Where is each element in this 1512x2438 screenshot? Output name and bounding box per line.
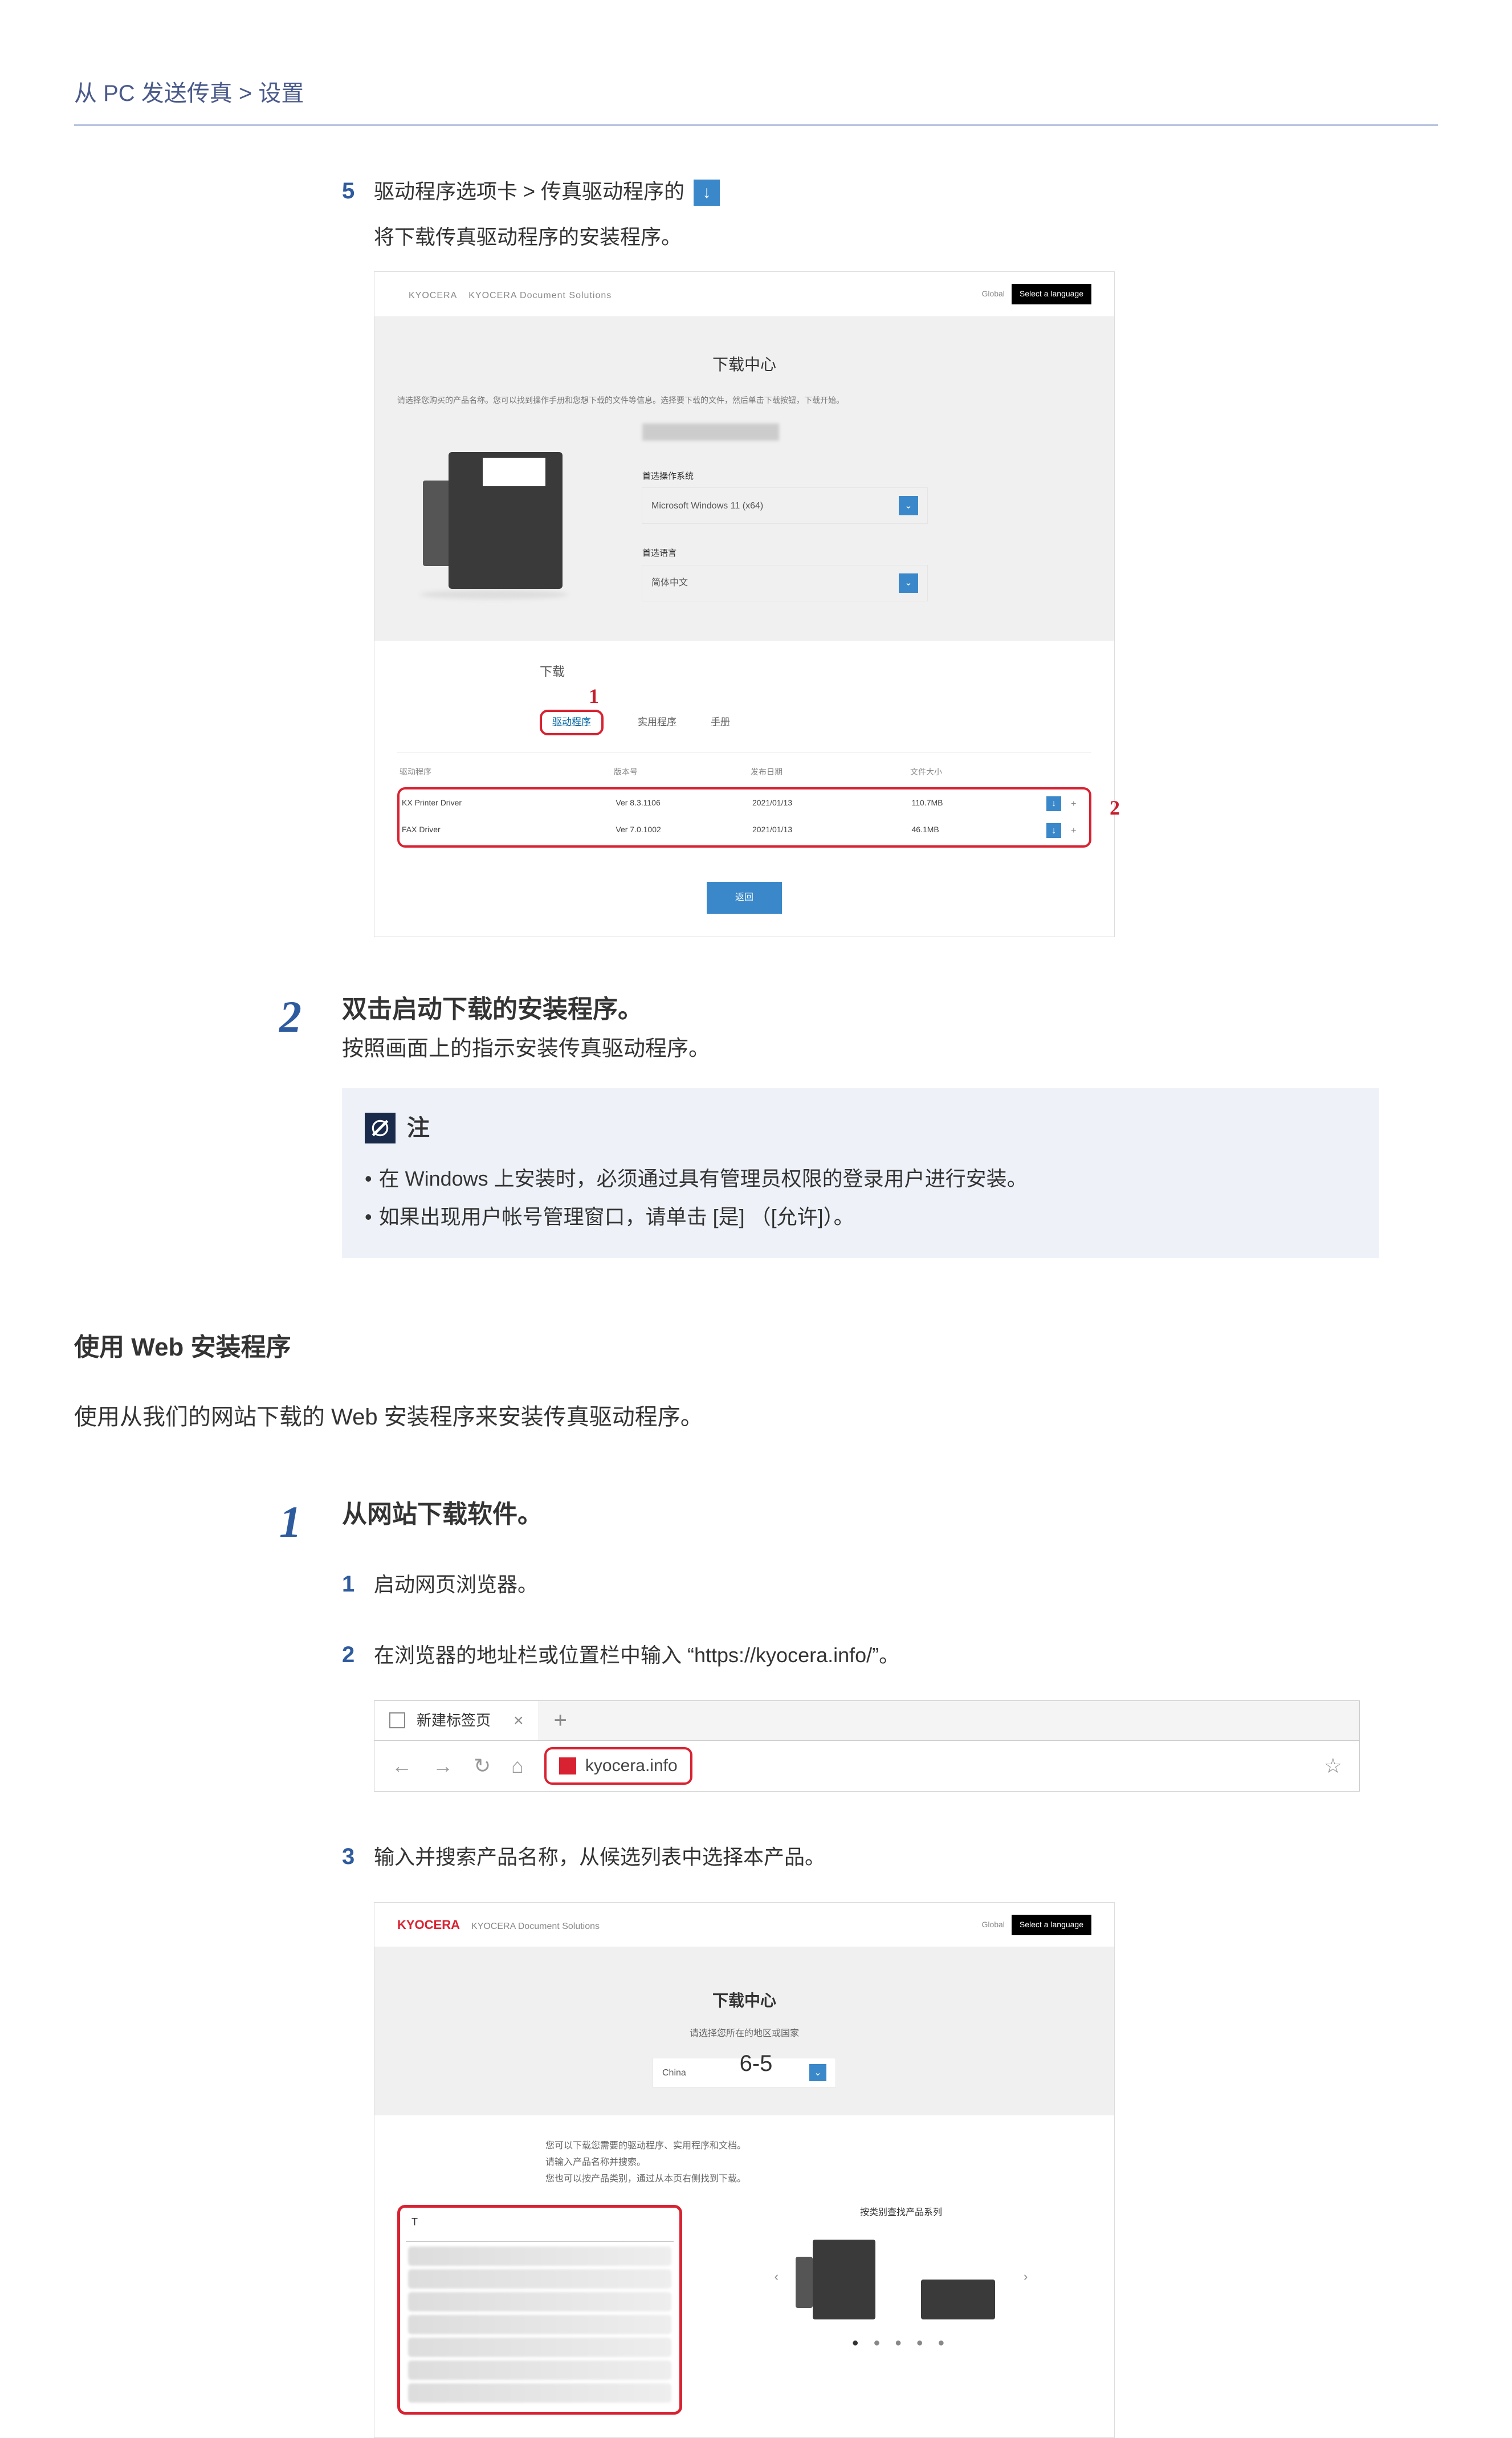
breadcrumb: 从 PC 发送传真 > 设置 (74, 74, 1438, 126)
search-suggestion[interactable] (408, 2246, 671, 2266)
kyocera-logo: KYOCERAKYOCERA Document Solutions (397, 283, 612, 304)
note-item: 在 Windows 上安装时，必须通过具有管理员权限的登录用户进行安装。 (365, 1161, 1356, 1196)
product-carousel: ‹ › (711, 2234, 1091, 2319)
printer-image (397, 424, 580, 595)
section-heading-web-installer: 使用 Web 安装程序 (74, 1326, 1379, 1369)
table-row: FAX Driver Ver 7.0.1002 2021/01/13 46.1M… (400, 817, 1089, 844)
download-center-screenshot-3: KYOCERAKYOCERA Document Solutions Global… (374, 1902, 1115, 2438)
procedure-2-desc: 按照画面上的指示安装传真驱动程序。 (342, 1031, 1379, 1068)
refresh-icon[interactable]: ↻ (474, 1748, 491, 1783)
search-suggestion[interactable] (408, 2360, 671, 2380)
return-button[interactable]: 返回 (707, 882, 782, 913)
section-intro: 使用从我们的网站下载的 Web 安装程序来安装传真驱动程序。 (74, 1398, 1379, 1436)
note-box: 注 在 Windows 上安装时，必须通过具有管理员权限的登录用户进行安装。 如… (342, 1088, 1379, 1258)
model-name-blurred (642, 424, 779, 441)
product-thumb[interactable] (796, 2234, 892, 2319)
tab-driver[interactable]: 驱动程序 (540, 710, 604, 735)
category-title: 按类别查找产品系列 (711, 2205, 1091, 2220)
os-select[interactable]: Microsoft Windows 11 (x64) ⌄ (642, 488, 927, 523)
substep-number: 2 (342, 1635, 374, 1674)
download-center-title: 下载中心 (397, 1987, 1091, 2014)
substep-1-text: 启动网页浏览器。 (374, 1567, 1379, 1602)
expand-icon[interactable]: + (1071, 826, 1076, 836)
forward-icon[interactable]: → (433, 1748, 453, 1783)
col-size: 文件大小 (910, 766, 1036, 779)
substep-2: 2 在浏览器的地址栏或位置栏中输入 “https://kyocera.info/… (342, 1635, 1379, 1674)
global-link[interactable]: Global (981, 1918, 1004, 1932)
driver-table-highlighted: KX Printer Driver Ver 8.3.1106 2021/01/1… (397, 787, 1091, 848)
substep-2-text: 在浏览器的地址栏或位置栏中输入 “https://kyocera.info/”。 (374, 1638, 1379, 1672)
info-text: 您可以下载您需要的驱动程序、实用程序和文档。 请输入产品名称并搜索。 您也可以按… (374, 2115, 1114, 2204)
page-icon (389, 1712, 405, 1728)
substep-number: 5 (342, 172, 374, 210)
address-bar-highlighted[interactable]: kyocera.info (544, 1747, 692, 1785)
region-subtitle: 请选择您所在的地区或国家 (397, 2026, 1091, 2041)
search-suggestion[interactable] (408, 2292, 671, 2311)
url-text: kyocera.info (585, 1751, 678, 1780)
chevron-down-icon: ⌄ (809, 2064, 826, 2081)
callout-1: 1 (589, 686, 1091, 706)
download-center-desc: 请选择您购买的产品名称。您可以找到操作手册和您想下载的文件等信息。选择要下载的文… (397, 394, 1091, 408)
back-icon[interactable]: ← (392, 1748, 412, 1783)
search-panel-highlighted: T (397, 2205, 682, 2415)
language-selector[interactable]: Select a language (1012, 284, 1091, 304)
substep-5-text: 驱动程序选项卡 > 传真驱动程序的 (374, 180, 684, 203)
kyocera-logo: KYOCERAKYOCERA Document Solutions (397, 1914, 600, 1935)
carousel-dots: ● ● ● ● ● (711, 2333, 1091, 2352)
favorite-icon[interactable]: ☆ (1324, 1748, 1342, 1783)
search-suggestion[interactable] (408, 2338, 671, 2357)
download-icon[interactable]: ↓ (1046, 796, 1061, 811)
search-input[interactable]: T (406, 2213, 674, 2242)
download-icon[interactable]: ↓ (1046, 823, 1061, 838)
substep-1: 1 启动网页浏览器。 (342, 1565, 1379, 1603)
download-center-title: 下载中心 (397, 351, 1091, 378)
callout-2: 2 (1110, 791, 1120, 825)
download-heading: 下载 (540, 661, 1091, 682)
col-version: 版本号 (614, 766, 751, 779)
note-icon (365, 1113, 396, 1143)
lang-label: 首选语言 (642, 546, 1091, 561)
search-suggestion[interactable] (408, 2315, 671, 2334)
search-suggestion[interactable] (408, 2383, 671, 2403)
substep-5: 5 驱动程序选项卡 > 传真驱动程序的 ↓ (342, 172, 1379, 210)
page-number: 6-5 (740, 2044, 773, 2083)
lang-select[interactable]: 简体中文 ⌄ (642, 565, 927, 601)
col-name: 驱动程序 (397, 766, 614, 779)
substep-5-note: 将下载传真驱动程序的安装程序。 (374, 219, 1379, 254)
procedure-number-1: 1 (279, 1484, 301, 1560)
carousel-next-icon[interactable]: › (1024, 2266, 1028, 2287)
carousel-prev-icon[interactable]: ‹ (775, 2266, 779, 2287)
tab-manual[interactable]: 手册 (711, 714, 730, 731)
search-suggestion[interactable] (408, 2269, 671, 2289)
table-row: KX Printer Driver Ver 8.3.1106 2021/01/1… (400, 791, 1089, 817)
procedure-number-2: 2 (279, 979, 301, 1055)
col-date: 发布日期 (751, 766, 910, 779)
browser-screenshot: 新建标签页 × + ← → ↻ ⌂ kyocera.info ☆ (374, 1700, 1360, 1792)
tab-utility[interactable]: 实用程序 (638, 714, 676, 731)
language-selector[interactable]: Select a language (1012, 1915, 1091, 1935)
note-title: 注 (407, 1109, 430, 1147)
kyocera-favicon (559, 1757, 576, 1774)
close-icon[interactable]: × (513, 1706, 524, 1735)
browser-tab-title: 新建标签页 (417, 1708, 491, 1733)
procedure-2-title: 双击启动下载的安装程序。 (342, 988, 1379, 1031)
substep-number: 3 (342, 1837, 374, 1876)
os-label: 首选操作系统 (642, 469, 1091, 484)
download-icon: ↓ (694, 180, 720, 206)
download-center-screenshot-1: KYOCERAKYOCERA Document Solutions Global… (374, 271, 1115, 937)
substep-3: 3 输入并搜索产品名称，从候选列表中选择本产品。 (342, 1837, 1379, 1876)
home-icon[interactable]: ⌂ (511, 1748, 524, 1783)
substep-number: 1 (342, 1565, 374, 1603)
global-link[interactable]: Global (981, 287, 1004, 301)
expand-icon[interactable]: + (1071, 799, 1076, 809)
procedure-1-title: 从网站下载软件。 (342, 1493, 1379, 1536)
new-tab-icon[interactable]: + (554, 1701, 567, 1740)
chevron-down-icon: ⌄ (899, 496, 918, 515)
note-item: 如果出现用户帐号管理窗口，请单击 [是] （[允许]）。 (365, 1199, 1356, 1234)
product-thumb[interactable] (910, 2234, 1006, 2319)
substep-3-text: 输入并搜索产品名称，从候选列表中选择本产品。 (374, 1839, 1379, 1874)
browser-tab[interactable]: 新建标签页 × (374, 1701, 539, 1740)
chevron-down-icon: ⌄ (899, 573, 918, 593)
